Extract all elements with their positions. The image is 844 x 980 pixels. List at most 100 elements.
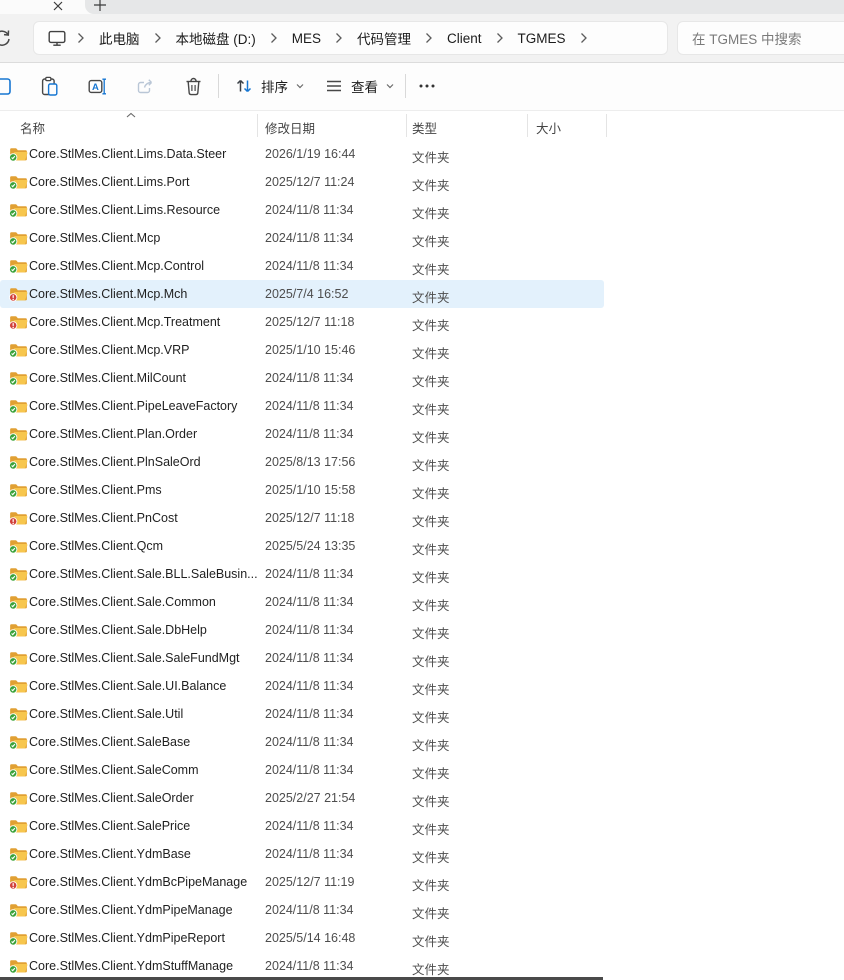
delete-button[interactable] [177,70,209,102]
folder-icon [9,650,28,666]
folder-icon [9,958,28,974]
table-row[interactable]: Core.StlMes.Client.Lims.Resource 2024/11… [0,196,844,224]
table-row[interactable]: Core.StlMes.Client.Mcp.VRP 2025/1/10 15:… [0,336,844,364]
status-normal-badge [9,770,16,777]
table-row[interactable]: Core.StlMes.Client.YdmBcPipeManage 2025/… [0,868,844,896]
folder-icon [9,538,28,554]
table-row[interactable]: Core.StlMes.Client.Plan.Order 2024/11/8 … [0,420,844,448]
table-row[interactable]: Core.StlMes.Client.Mcp 2024/11/8 11:34 文… [0,224,844,252]
table-row[interactable]: Core.StlMes.Client.PnCost 2025/12/7 11:1… [0,504,844,532]
folder-icon [9,426,28,442]
status-normal-badge [9,434,16,441]
table-row[interactable]: Core.StlMes.Client.Sale.Util 2024/11/8 1… [0,700,844,728]
status-modified-badge [9,518,16,525]
tab-close-icon[interactable] [50,0,66,12]
file-name: Core.StlMes.Client.Lims.Resource [29,203,220,217]
breadcrumb-item[interactable]: 本地磁盘 (D:) [174,25,258,51]
file-name: Core.StlMes.Client.YdmPipeReport [29,931,225,945]
view-button[interactable]: 查看 [318,70,401,102]
file-type: 文件夹 [412,595,450,614]
breadcrumb-item[interactable]: MES [290,28,323,49]
new-tab-icon[interactable] [92,0,108,13]
search-box[interactable] [677,21,844,55]
chevron-right-icon[interactable] [270,32,278,44]
paste-button[interactable] [33,70,65,102]
breadcrumb-item[interactable]: 代码管理 [355,25,413,51]
table-row[interactable]: Core.StlMes.Client.MilCount 2024/11/8 11… [0,364,844,392]
table-row[interactable]: Core.StlMes.Client.YdmPipeReport 2025/5/… [0,924,844,952]
table-row[interactable]: Core.StlMes.Client.Sale.UI.Balance 2024/… [0,672,844,700]
breadcrumb-item[interactable]: Client [445,28,484,49]
table-row[interactable]: Core.StlMes.Client.SaleOrder 2025/2/27 2… [0,784,844,812]
file-name: Core.StlMes.Client.YdmStuffManage [29,959,233,973]
table-row[interactable]: Core.StlMes.Client.Qcm 2025/5/24 13:35 文… [0,532,844,560]
file-type: 文件夹 [412,427,450,446]
table-row[interactable]: Core.StlMes.Client.YdmBase 2024/11/8 11:… [0,840,844,868]
status-normal-badge [9,742,16,749]
breadcrumb: 此电脑 本地磁盘 (D:) MES 代码管理 Client TGMES [97,25,600,51]
search-input[interactable] [690,23,844,55]
file-name: Core.StlMes.Client.Mcp.Mch [29,287,187,301]
table-row[interactable]: Core.StlMes.Client.PipeLeaveFactory 2024… [0,392,844,420]
table-row[interactable]: Core.StlMes.Client.Sale.DbHelp 2024/11/8… [0,616,844,644]
table-row[interactable]: Core.StlMes.Client.Sale.SaleFundMgt 2024… [0,644,844,672]
column-separator[interactable] [257,114,258,137]
chevron-right-icon[interactable] [580,32,588,44]
table-row[interactable]: Core.StlMes.Client.YdmPipeManage 2024/11… [0,896,844,924]
file-type: 文件夹 [412,959,450,978]
table-row[interactable]: Core.StlMes.Client.Sale.Common 2024/11/8… [0,588,844,616]
table-row[interactable]: Core.StlMes.Client.Pms 2025/1/10 15:58 文… [0,476,844,504]
status-normal-badge [9,910,16,917]
sort-button[interactable]: 排序 [228,70,311,102]
more-options-button[interactable] [411,70,443,102]
chevron-right-icon[interactable] [425,32,433,44]
file-explorer-window: 此电脑 本地磁盘 (D:) MES 代码管理 Client TGMES [0,0,844,980]
chevron-right-icon[interactable] [77,32,85,44]
chevron-down-icon [385,81,395,91]
copy-icon[interactable] [0,70,13,102]
table-row[interactable]: Core.StlMes.Client.SaleBase 2024/11/8 11… [0,728,844,756]
rename-button[interactable]: A [81,70,113,102]
file-type: 文件夹 [412,651,450,670]
column-header-name[interactable]: 名称 [20,118,45,137]
file-type: 文件夹 [412,539,450,558]
table-row[interactable]: Core.StlMes.Client.Lims.Port 2025/12/7 1… [0,168,844,196]
table-row[interactable]: Core.StlMes.Client.SaleComm 2024/11/8 11… [0,756,844,784]
column-header-size[interactable]: 大小 [536,118,561,137]
table-row[interactable]: Core.StlMes.Client.SalePrice 2024/11/8 1… [0,812,844,840]
file-date: 2024/11/8 11:34 [265,679,354,693]
toolbar: A 排序 [0,63,844,110]
refresh-icon[interactable] [0,28,13,50]
table-row[interactable]: Core.StlMes.Client.PlnSaleOrd 2025/8/13 … [0,448,844,476]
table-row[interactable]: Core.StlMes.Client.Mcp.Control 2024/11/8… [0,252,844,280]
file-type: 文件夹 [412,203,450,222]
share-button[interactable] [129,70,161,102]
table-row[interactable]: Core.StlMes.Client.Mcp.Treatment 2025/12… [0,308,844,336]
file-date: 2024/11/8 11:34 [265,903,354,917]
column-separator[interactable] [527,114,528,137]
table-row[interactable]: Core.StlMes.Client.Lims.Data.Steer 2026/… [0,140,844,168]
column-separator[interactable] [406,114,407,137]
file-date: 2025/5/24 13:35 [265,539,355,553]
toolbar-divider [405,74,406,98]
address-box[interactable]: 此电脑 本地磁盘 (D:) MES 代码管理 Client TGMES [33,21,668,55]
breadcrumb-item[interactable]: 此电脑 [97,25,142,51]
column-separator[interactable] [606,114,607,137]
breadcrumb-item[interactable]: TGMES [516,28,568,49]
folder-icon [9,566,28,582]
file-name: Core.StlMes.Client.PlnSaleOrd [29,455,201,469]
file-date: 2024/11/8 11:34 [265,231,354,245]
file-type: 文件夹 [412,343,450,362]
chevron-right-icon[interactable] [154,32,162,44]
column-header-date[interactable]: 修改日期 [265,118,315,137]
table-row[interactable]: Core.StlMes.Client.YdmStuffManage 2024/1… [0,952,844,980]
file-type: 文件夹 [412,875,450,894]
chevron-right-icon[interactable] [496,32,504,44]
folder-icon [9,482,28,498]
chevron-right-icon[interactable] [335,32,343,44]
table-row[interactable]: Core.StlMes.Client.Mcp.Mch 2025/7/4 16:5… [0,280,844,308]
table-row[interactable]: Core.StlMes.Client.Sale.BLL.SaleBusin...… [0,560,844,588]
file-date: 2024/11/8 11:34 [265,371,354,385]
file-type: 文件夹 [412,623,450,642]
column-header-type[interactable]: 类型 [412,118,437,137]
